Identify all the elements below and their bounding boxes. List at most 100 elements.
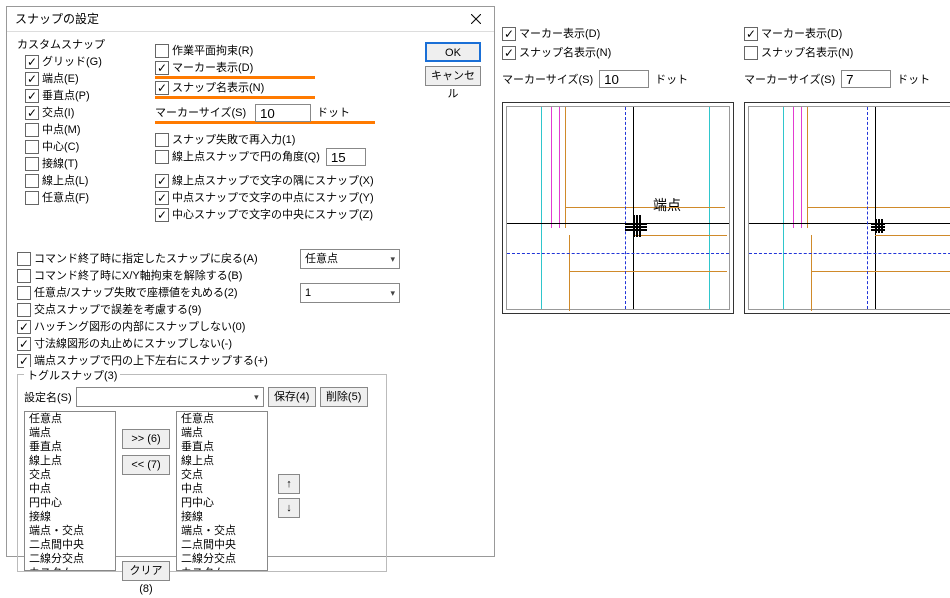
snap-option-label: 端点(E) bbox=[42, 71, 79, 87]
ok-button[interactable]: OK bbox=[425, 42, 481, 62]
right-listbox[interactable]: 任意点端点垂直点線上点交点中点円中心接線端点・交点二点間中央二線分交点カスタム線… bbox=[176, 411, 268, 571]
list-item[interactable]: 円中心 bbox=[25, 496, 115, 510]
snap-option: 任意点(F) bbox=[17, 190, 137, 206]
checkbox[interactable] bbox=[25, 174, 39, 188]
snap-option: 交点(I) bbox=[17, 105, 137, 121]
checkbox[interactable] bbox=[25, 72, 39, 86]
checkbox[interactable] bbox=[155, 208, 169, 222]
list-item[interactable]: 任意点 bbox=[25, 412, 115, 426]
down-button[interactable]: ↓ bbox=[278, 498, 300, 518]
snap-option: 接線(T) bbox=[17, 156, 137, 172]
option-label: コマンド終了時に指定したスナップに戻る(A) bbox=[34, 251, 294, 267]
clear-button[interactable]: クリア(8) bbox=[122, 561, 170, 581]
marker-size-label: マーカーサイズ(S) bbox=[502, 71, 593, 87]
preview-b bbox=[744, 102, 950, 314]
move-right-button[interactable]: >> (6) bbox=[122, 429, 170, 449]
marker-size-input[interactable] bbox=[255, 104, 311, 122]
option-label: 交点スナップで誤差を考慮する(9) bbox=[34, 302, 294, 318]
option-select[interactable]: 1▾ bbox=[300, 283, 400, 303]
delete-button[interactable]: 削除(5) bbox=[320, 387, 368, 407]
display-option: マーカー表示(D) bbox=[155, 60, 315, 79]
list-item[interactable]: 接線 bbox=[25, 510, 115, 524]
checkbox[interactable] bbox=[17, 354, 31, 368]
option-label: コマンド終了時にX/Y軸拘束を解除する(B) bbox=[34, 268, 294, 284]
list-item[interactable]: 二線分交点 bbox=[177, 552, 267, 566]
example-panel-a: マーカー表示(D) スナップ名表示(N) マーカーサイズ(S) ドット bbox=[502, 24, 722, 314]
checkbox[interactable] bbox=[17, 337, 31, 351]
list-item[interactable]: 二点間中央 bbox=[177, 538, 267, 552]
up-button[interactable]: ↑ bbox=[278, 474, 300, 494]
checkbox[interactable] bbox=[155, 133, 169, 147]
checkbox[interactable] bbox=[17, 269, 31, 283]
snap-option-label: 交点(I) bbox=[42, 105, 74, 121]
list-item[interactable]: 中点 bbox=[177, 482, 267, 496]
cancel-button[interactable]: キャンセル bbox=[425, 66, 481, 86]
checkbox[interactable] bbox=[25, 157, 39, 171]
dialog-buttons: OK キャンセル bbox=[425, 42, 495, 100]
custom-snap-group: カスタムスナップ グリッド(G) 端点(E) 垂直点(P) 交点(I) 中点(M… bbox=[17, 36, 137, 207]
save-button[interactable]: 保存(4) bbox=[268, 387, 316, 407]
list-item[interactable]: 中点 bbox=[25, 482, 115, 496]
bottom-option: 寸法線図形の丸止めにスナップしない(-) bbox=[17, 336, 487, 352]
list-item[interactable]: 端点 bbox=[25, 426, 115, 440]
list-item[interactable]: 線上点 bbox=[25, 454, 115, 468]
close-icon[interactable] bbox=[466, 9, 486, 29]
list-item[interactable]: 二点間中央 bbox=[25, 538, 115, 552]
checkbox[interactable] bbox=[25, 89, 39, 103]
move-left-button[interactable]: << (7) bbox=[122, 455, 170, 475]
checkbox[interactable] bbox=[25, 106, 39, 120]
list-item[interactable]: カスタム bbox=[25, 566, 115, 571]
checkbox[interactable] bbox=[155, 174, 169, 188]
snap-settings-dialog: スナップの設定 カスタムスナップ グリッド(G) 端点(E) 垂直点(P) 交点… bbox=[6, 6, 495, 557]
option-select[interactable]: 任意点▾ bbox=[300, 249, 400, 269]
marker-display-checkbox[interactable] bbox=[502, 27, 516, 41]
option-label: 中点スナップで文字の中点にスナップ(Y) bbox=[172, 190, 374, 206]
marker-display-checkbox[interactable] bbox=[744, 27, 758, 41]
snap-name-row: スナップ名表示(N) bbox=[744, 44, 950, 62]
left-listbox[interactable]: 任意点端点垂直点線上点交点中点円中心接線端点・交点二点間中央二線分交点カスタム線… bbox=[24, 411, 116, 571]
option-label: 任意点/スナップ失敗で座標値を丸める(2) bbox=[34, 285, 294, 301]
angle-input[interactable] bbox=[326, 148, 366, 166]
list-item[interactable]: 円中心 bbox=[177, 496, 267, 510]
toggle-snap-group: トグルスナップ(3) 設定名(S) ▾ 保存(4) 削除(5) 任意点端点垂直点… bbox=[17, 374, 387, 572]
checkbox[interactable] bbox=[25, 191, 39, 205]
marker-size-label: マーカーサイズ(S) bbox=[155, 105, 255, 121]
option-label: スナップ名表示(N) bbox=[172, 80, 264, 96]
snap-name-checkbox[interactable] bbox=[744, 46, 758, 60]
list-item[interactable]: 交点 bbox=[25, 468, 115, 482]
marker-unit: ドット bbox=[655, 71, 688, 87]
checkbox[interactable] bbox=[155, 81, 169, 95]
snap-option: 中点(M) bbox=[17, 122, 137, 138]
list-item[interactable]: 接線 bbox=[177, 510, 267, 524]
snap-option-label: 線上点(L) bbox=[42, 173, 88, 189]
snap-name-label: スナップ名表示(N) bbox=[761, 45, 853, 61]
option-label: スナップ失敗で再入力(1) bbox=[172, 132, 295, 148]
marker-size-input[interactable] bbox=[599, 70, 649, 88]
checkbox[interactable] bbox=[25, 55, 39, 69]
list-item[interactable]: 端点 bbox=[177, 426, 267, 440]
list-item[interactable]: 任意点 bbox=[177, 412, 267, 426]
checkbox[interactable] bbox=[155, 44, 169, 58]
list-item[interactable]: 垂直点 bbox=[177, 440, 267, 454]
list-item[interactable]: カスタム bbox=[177, 566, 267, 571]
checkbox[interactable] bbox=[17, 320, 31, 334]
checkbox[interactable] bbox=[17, 252, 31, 266]
checkbox[interactable] bbox=[155, 191, 169, 205]
list-item[interactable]: 端点・交点 bbox=[25, 524, 115, 538]
list-item[interactable]: 垂直点 bbox=[25, 440, 115, 454]
list-item[interactable]: 交点 bbox=[177, 468, 267, 482]
checkbox[interactable] bbox=[25, 123, 39, 137]
checkbox[interactable] bbox=[25, 140, 39, 154]
list-item[interactable]: 二線分交点 bbox=[25, 552, 115, 566]
list-item[interactable]: 線上点 bbox=[177, 454, 267, 468]
list-item[interactable]: 端点・交点 bbox=[177, 524, 267, 538]
checkbox[interactable] bbox=[17, 303, 31, 317]
snap-name-checkbox[interactable] bbox=[502, 46, 516, 60]
snap-option-label: 任意点(F) bbox=[42, 190, 89, 206]
setting-name-select[interactable]: ▾ bbox=[76, 387, 264, 407]
marker-size-input[interactable] bbox=[841, 70, 891, 88]
dialog-title: スナップの設定 bbox=[15, 7, 99, 31]
checkbox[interactable] bbox=[155, 61, 169, 75]
checkbox[interactable] bbox=[17, 286, 31, 300]
checkbox[interactable] bbox=[155, 150, 169, 164]
